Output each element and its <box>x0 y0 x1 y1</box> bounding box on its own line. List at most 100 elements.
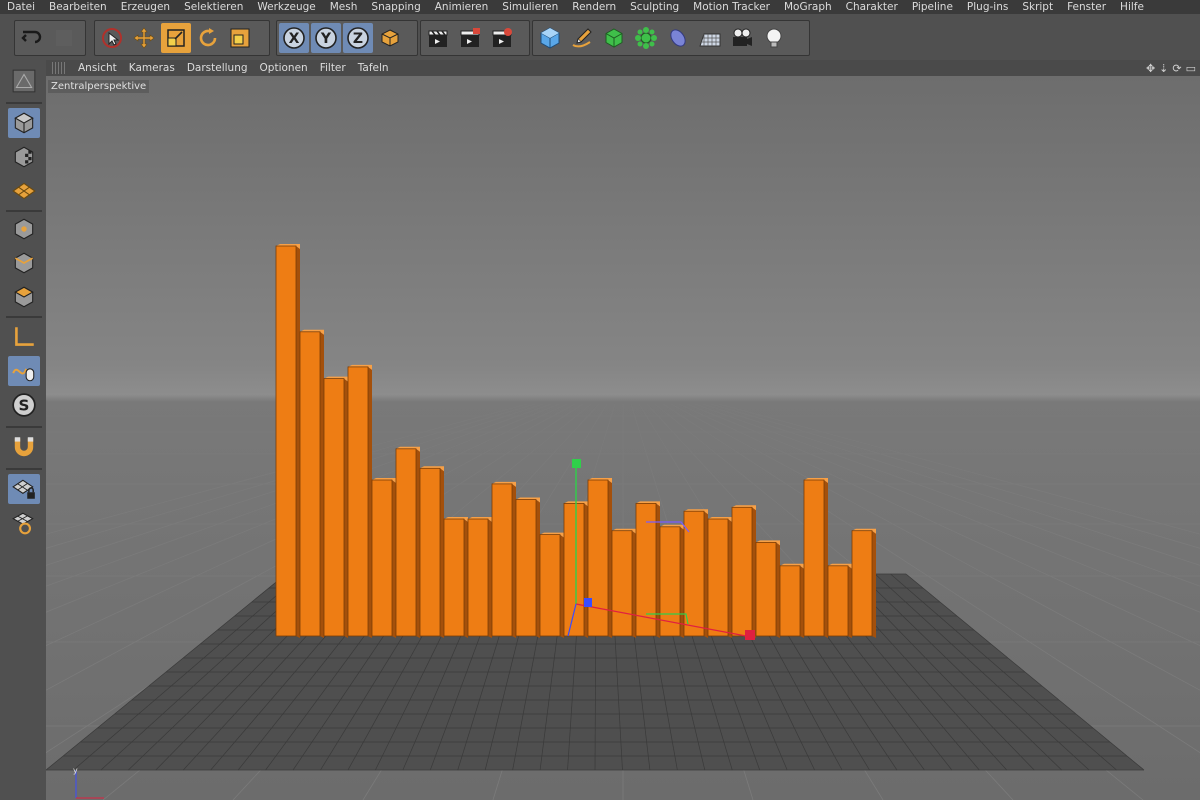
bar-object[interactable] <box>275 244 300 638</box>
solo-button[interactable]: S <box>8 390 40 420</box>
render-view-button[interactable] <box>423 23 453 53</box>
menu-fenster[interactable]: Fenster <box>1060 0 1113 14</box>
dolly-icon[interactable]: ⇣ <box>1159 62 1168 75</box>
bar-front-face <box>539 534 561 637</box>
3d-scene[interactable]: y <box>46 76 1200 800</box>
texture-mode-button[interactable] <box>8 142 40 172</box>
viewport-menu-filter[interactable]: Filter <box>314 60 352 76</box>
floor-object-button[interactable] <box>695 23 725 53</box>
bar-object[interactable] <box>779 563 804 638</box>
points-mode-button[interactable] <box>8 214 40 244</box>
model-mode-button[interactable] <box>8 108 40 138</box>
menu-erzeugen[interactable]: Erzeugen <box>114 0 177 14</box>
z-axis-button[interactable]: Z <box>343 23 373 53</box>
rotate-button[interactable] <box>193 23 223 53</box>
menu-motion-tracker[interactable]: Motion Tracker <box>686 0 777 14</box>
bar-object[interactable] <box>851 528 876 638</box>
viewport-menu-optionen[interactable]: Optionen <box>254 60 314 76</box>
menu-animieren[interactable]: Animieren <box>428 0 496 14</box>
recent-tool-button[interactable] <box>225 23 255 53</box>
cube-object-button[interactable] <box>535 23 565 53</box>
render-picture-viewer-button[interactable] <box>455 23 485 53</box>
bar-object[interactable] <box>755 540 780 638</box>
menu-pipeline[interactable]: Pipeline <box>905 0 960 14</box>
locked-workplane-button[interactable] <box>8 474 40 504</box>
menu-hilfe[interactable]: Hilfe <box>1113 0 1151 14</box>
menu-plug-ins[interactable]: Plug-ins <box>960 0 1015 14</box>
polygons-mode-button[interactable] <box>8 282 40 312</box>
menu-skript[interactable]: Skript <box>1015 0 1060 14</box>
menu-werkzeuge[interactable]: Werkzeuge <box>250 0 322 14</box>
menu-selektieren[interactable]: Selektieren <box>177 0 250 14</box>
menu-charakter[interactable]: Charakter <box>839 0 905 14</box>
bar-front-face <box>563 502 585 637</box>
bar-object[interactable] <box>539 532 564 638</box>
toggle-view-icon[interactable]: ▭ <box>1186 62 1196 75</box>
planar-workplane-button[interactable] <box>8 508 40 538</box>
viewport-menu-tafeln[interactable]: Tafeln <box>352 60 395 76</box>
z-axis-icon: Z <box>347 27 369 49</box>
subdivision-surface-button[interactable] <box>599 23 629 53</box>
live-selection-button[interactable] <box>97 23 127 53</box>
bar-object[interactable] <box>707 517 732 638</box>
undo-button[interactable] <box>17 23 47 53</box>
rotate-view-icon[interactable]: ⟳ <box>1172 62 1181 75</box>
bar-object[interactable] <box>803 478 828 638</box>
menu-datei[interactable]: Datei <box>0 0 42 14</box>
make-editable-button[interactable] <box>8 66 40 96</box>
menu-mesh[interactable]: Mesh <box>323 0 365 14</box>
bar-object[interactable] <box>515 497 540 639</box>
workplane-mode-button[interactable] <box>8 176 40 206</box>
bar-object[interactable] <box>611 528 636 638</box>
bar-object[interactable] <box>419 466 444 638</box>
menu-bearbeiten[interactable]: Bearbeiten <box>42 0 114 14</box>
x-axis-handle[interactable] <box>745 630 755 640</box>
move-button[interactable] <box>129 23 159 53</box>
viewport-menu-ansicht[interactable]: Ansicht <box>72 60 123 76</box>
bar-front-face <box>467 518 489 637</box>
coordinate-system-button[interactable] <box>375 23 405 53</box>
y-axis-handle[interactable] <box>572 459 581 468</box>
bar-object[interactable] <box>395 446 420 638</box>
bar-side-face <box>296 246 300 638</box>
bar-object[interactable] <box>827 563 852 638</box>
scale-button[interactable] <box>161 23 191 53</box>
edges-mode-button[interactable] <box>8 248 40 278</box>
bar-object[interactable] <box>443 517 468 638</box>
deformer-button[interactable] <box>663 23 693 53</box>
cloner-button[interactable] <box>631 23 661 53</box>
camera-object-button[interactable] <box>727 23 757 53</box>
spline-pen-button[interactable] <box>567 23 597 53</box>
transform-tools-group <box>94 20 270 56</box>
bar-object[interactable] <box>731 505 756 638</box>
menu-snapping[interactable]: Snapping <box>364 0 427 14</box>
3d-viewport[interactable]: Zentralperspektive y <box>46 76 1200 800</box>
panel-grip-handle[interactable] <box>52 62 66 74</box>
menu-mograph[interactable]: MoGraph <box>777 0 839 14</box>
light-object-button[interactable] <box>759 23 789 53</box>
svg-text:Z: Z <box>353 31 363 47</box>
menu-simulieren[interactable]: Simulieren <box>495 0 565 14</box>
bar-object[interactable] <box>587 478 612 638</box>
viewport-menu-kameras[interactable]: Kameras <box>123 60 181 76</box>
render-settings-button[interactable] <box>487 23 517 53</box>
menu-rendern[interactable]: Rendern <box>565 0 623 14</box>
render-group <box>420 20 530 56</box>
redo-button[interactable] <box>49 23 79 53</box>
viewport-menu-darstellung[interactable]: Darstellung <box>181 60 254 76</box>
axis-mode-button[interactable] <box>8 322 40 352</box>
y-axis-button[interactable]: Y <box>311 23 341 53</box>
bar-object[interactable] <box>347 364 372 638</box>
bar-object[interactable] <box>491 481 516 638</box>
snap-button[interactable] <box>8 432 40 462</box>
bar-object[interactable] <box>683 509 708 638</box>
bar-object[interactable] <box>371 478 396 638</box>
bar-object[interactable] <box>299 329 324 638</box>
pan-icon[interactable]: ✥ <box>1146 62 1155 75</box>
z-axis-handle[interactable] <box>584 598 592 607</box>
bar-object[interactable] <box>467 517 492 638</box>
tweak-mode-button[interactable] <box>8 356 40 386</box>
menu-sculpting[interactable]: Sculpting <box>623 0 686 14</box>
x-axis-button[interactable]: X <box>279 23 309 53</box>
bar-object[interactable] <box>323 376 348 638</box>
